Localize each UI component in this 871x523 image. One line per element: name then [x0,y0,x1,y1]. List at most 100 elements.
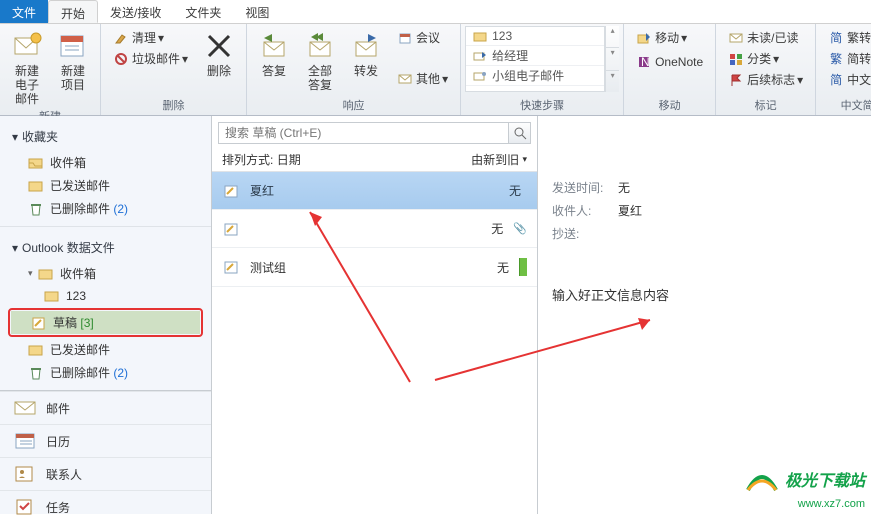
reading-pane: 发送时间:无 收件人:夏红 抄送: 输入好正文信息内容 [538,116,871,514]
tasks-nav[interactable]: 任务 [0,490,211,523]
message-item[interactable]: 测试组 无 [212,248,537,287]
simp-to-trad-button[interactable]: 繁简转繁 [824,49,871,68]
category-icon [728,51,744,67]
cjk-icon: 简 [828,72,844,88]
sort-field[interactable]: 日期 [277,151,301,168]
replyall-button[interactable]: 全部答复 [297,26,343,92]
df-inbox[interactable]: ▾ 收件箱 [8,262,203,285]
sort-order[interactable]: 由新到旧 ▾ [471,151,527,168]
ribbon-tabs: 文件 开始 发送/接收 文件夹 视图 [0,0,871,24]
reply-icon [258,30,290,62]
mail-nav[interactable]: 邮件 [0,391,211,424]
contacts-icon [14,465,36,483]
sent-value: 无 [618,179,630,196]
move-icon [636,30,652,46]
trad-to-simp-button[interactable]: 简繁转简 [824,28,871,47]
datafile-header[interactable]: ▾Outlook 数据文件 [8,233,203,262]
tab-file[interactable]: 文件 [0,0,48,23]
delete-label: 删除 [207,64,231,78]
meeting-button[interactable]: 会议 [393,28,452,47]
tab-sendrecv[interactable]: 发送/接收 [98,0,173,23]
inbox-icon [28,155,44,171]
message-item[interactable]: 无 📎 [212,210,537,248]
main-area: ▾收藏夹 收件箱 已发送邮件 已删除邮件 (2) ▾Outlook 数据文件 ▾… [0,116,871,514]
delete-icon [203,30,235,62]
nav-bottom: 邮件 日历 联系人 任务 [0,390,211,523]
category-button[interactable]: 分类▾ [724,49,807,68]
trash-icon [28,365,44,381]
group-move-label: 移动 [628,95,711,115]
svg-text:N: N [641,55,650,69]
tab-folder[interactable]: 文件夹 [173,0,233,23]
flag-icon [728,72,744,88]
reply-button[interactable]: 答复 [251,26,297,78]
df-deleted[interactable]: 已删除邮件 (2) [8,361,203,384]
df-123[interactable]: 123 [8,285,203,307]
quick-steps-gallery[interactable]: 123 给经理 小组电子邮件 ▴ ▾ ▾ [465,26,619,92]
contacts-nav[interactable]: 联系人 [0,457,211,490]
fav-deleted[interactable]: 已删除邮件 (2) [8,197,203,220]
mail-icon [397,71,413,87]
search-box[interactable] [218,122,531,144]
draft-icon [222,221,242,237]
flag-marker [519,258,527,276]
forward-icon [350,30,382,62]
tab-view[interactable]: 视图 [233,0,281,23]
to-label: 收件人: [552,202,618,219]
meeting-icon [397,30,413,46]
group-delete-label: 删除 [105,95,242,115]
fav-inbox[interactable]: 收件箱 [8,151,203,174]
sent-icon [28,178,44,194]
group-tags-label: 标记 [720,95,811,115]
onenote-button[interactable]: N OneNote [632,53,707,71]
draft-icon [222,259,242,275]
inbox-icon [38,266,54,282]
group-lang-label: 中文简繁转换 [820,95,871,115]
group-qs-label: 快速步骤 [465,95,619,115]
trash-icon [28,201,44,217]
new-item-label: 新建项目 [56,64,90,92]
junk-button[interactable]: 垃圾邮件▾ [109,49,192,68]
new-mail-icon [11,30,43,62]
group-mail-icon [472,68,488,84]
mail-forward-icon [472,48,488,64]
drafts-icon [31,315,47,331]
message-body: 输入好正文信息内容 [552,285,857,304]
cjk-icon: 繁 [828,51,844,67]
to-value: 夏红 [618,202,642,219]
sent-icon [28,342,44,358]
message-item[interactable]: 夏红 无 [212,172,537,210]
forward-button[interactable]: 转发 [343,26,389,78]
favorites-header[interactable]: ▾收藏夹 [8,122,203,151]
df-drafts[interactable]: 草稿 [3] [11,311,200,334]
delete-button[interactable]: 删除 [196,26,242,78]
junk-icon [113,51,129,67]
sort-label: 排列方式: [222,151,273,168]
group-respond-label: 响应 [251,95,456,115]
new-item-button[interactable]: 新建项目 [50,26,96,92]
sort-row: 排列方式: 日期 由新到旧 ▾ [212,148,537,172]
fav-sent[interactable]: 已发送邮件 [8,174,203,197]
replyall-icon [304,30,336,62]
attachment-icon: 📎 [513,222,527,235]
search-input[interactable] [219,124,508,142]
respond-other-button[interactable]: 其他▾ [393,69,452,88]
calendar-nav[interactable]: 日历 [0,424,211,457]
move-button[interactable]: 移动▾ [632,28,707,47]
cc-label: 抄送: [552,225,618,242]
draft-icon [222,183,242,199]
search-icon[interactable] [508,123,530,143]
cjk-convert-button[interactable]: 简中文简繁转换 [824,70,871,89]
unread-button[interactable]: 未读/已读 [724,28,807,47]
new-mail-button[interactable]: 新建 电子邮件 [4,26,50,106]
drafts-highlight: 草稿 [3] [8,308,203,337]
followup-button[interactable]: 后续标志▾ [724,70,807,89]
new-mail-label: 新建 电子邮件 [10,64,44,106]
onenote-icon: N [636,54,652,70]
df-sent[interactable]: 已发送邮件 [8,338,203,361]
cleanup-button[interactable]: 清理▾ [109,28,192,47]
sent-label: 发送时间: [552,179,618,196]
new-item-icon [57,30,89,62]
broom-icon [113,30,129,46]
tab-home[interactable]: 开始 [48,0,98,23]
